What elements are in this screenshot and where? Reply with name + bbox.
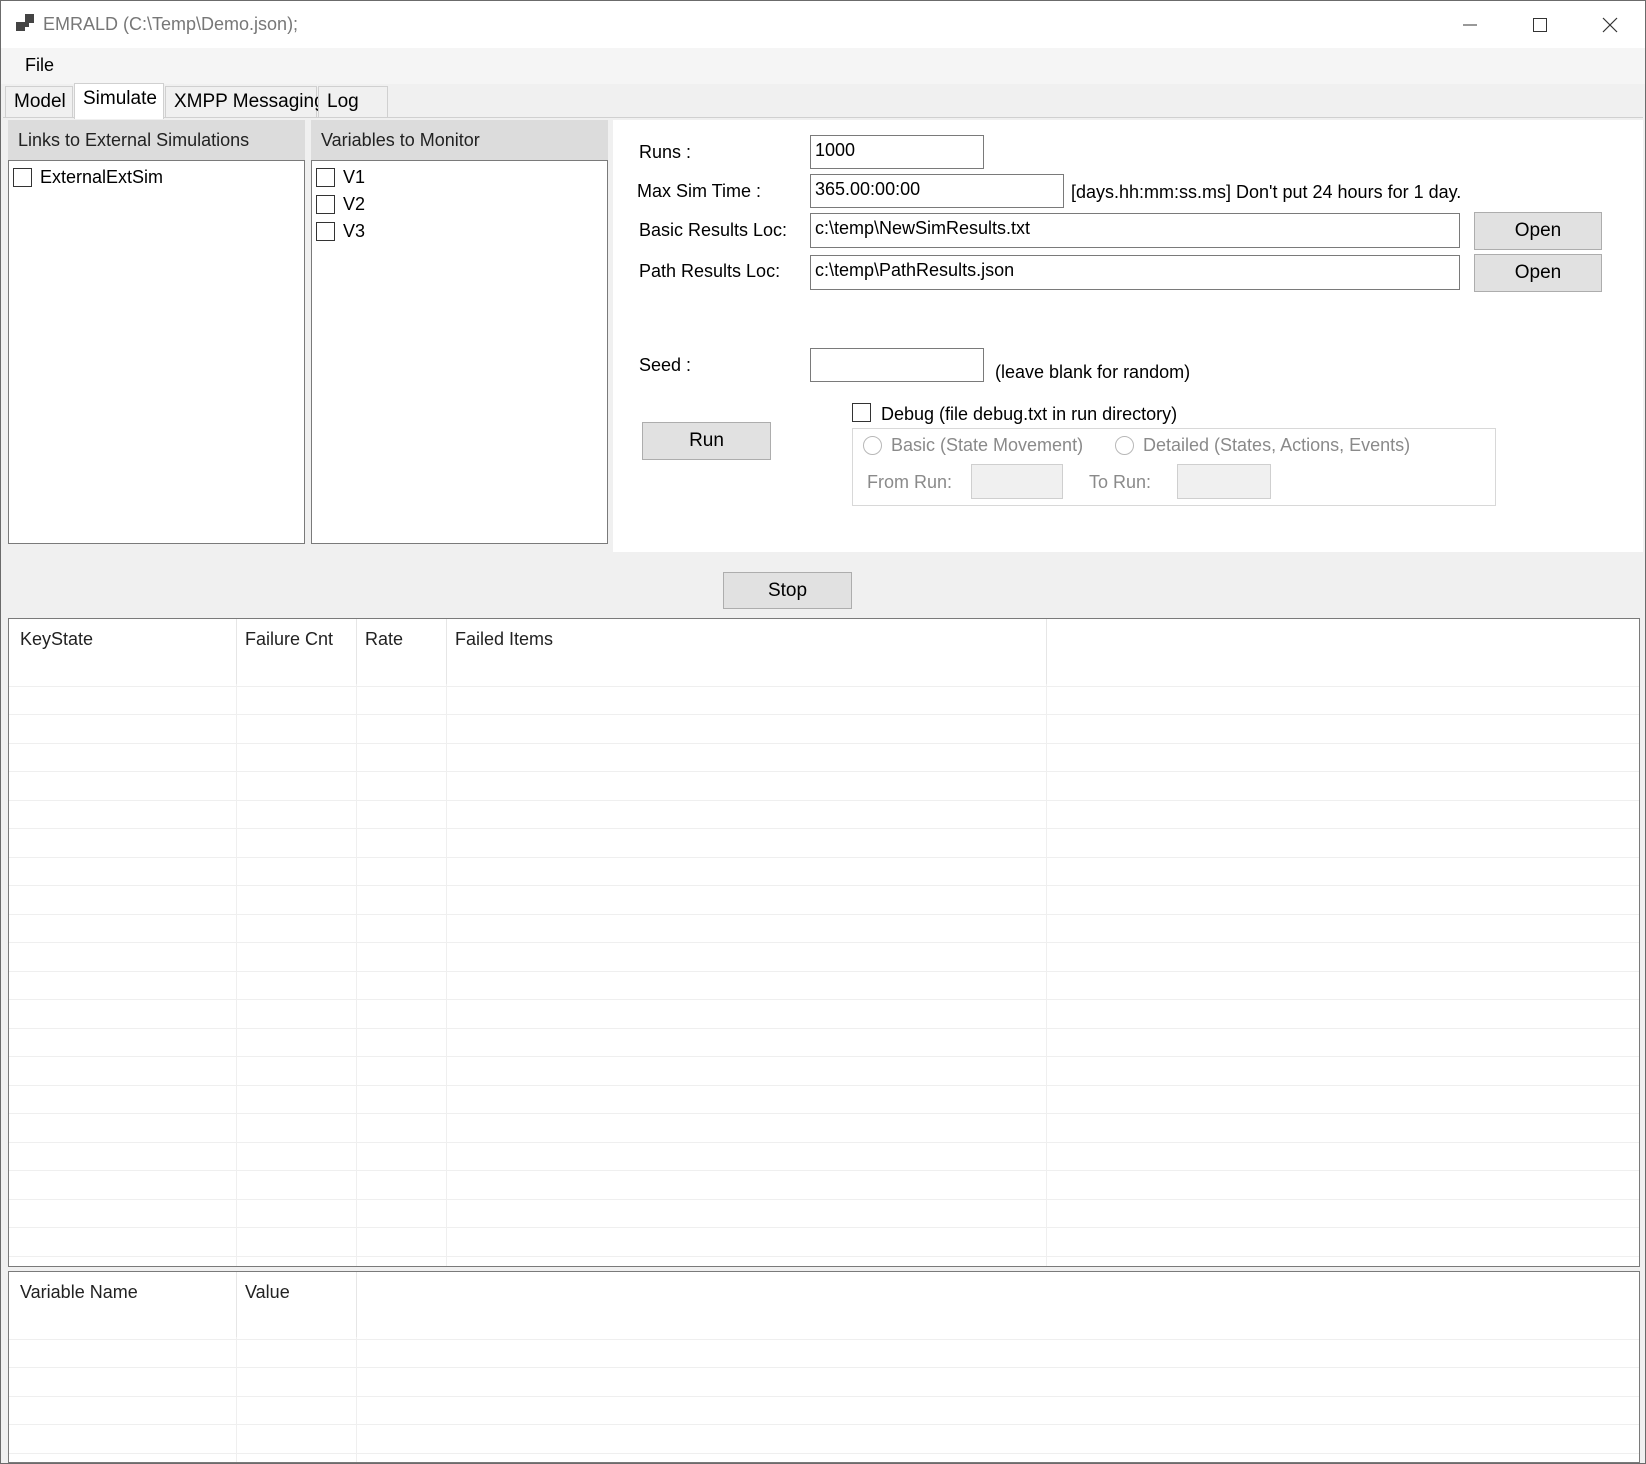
from-run-input[interactable] (971, 464, 1063, 499)
table-row (9, 885, 1639, 915)
column-header-variable-name[interactable]: Variable Name (20, 1282, 138, 1303)
table-row (9, 1339, 1639, 1368)
table-row (9, 771, 1639, 801)
list-item-label: V1 (343, 167, 366, 187)
table-row (9, 914, 1639, 943)
links-list[interactable]: ExternalExtSim (8, 160, 305, 544)
title-bar[interactable]: EMRALD (C:\Temp\Demo.json); (1, 1, 1645, 48)
list-item-label: ExternalExtSim (40, 167, 164, 187)
open-path-results-button[interactable]: Open (1474, 254, 1602, 292)
column-header-rate[interactable]: Rate (365, 629, 403, 650)
maximize-icon (1533, 17, 1547, 32)
variables-grid[interactable]: Variable Name Value (8, 1271, 1640, 1463)
table-row (9, 1453, 1639, 1463)
seed-hint: (leave blank for random) (995, 362, 1191, 382)
seed-label: Seed : (639, 355, 692, 375)
max-sim-time-label: Max Sim Time : (637, 181, 762, 201)
variables-list[interactable]: V1 V2 V3 (311, 160, 608, 544)
close-button[interactable] (1575, 1, 1645, 48)
v1-checkbox[interactable] (316, 168, 335, 187)
from-run-label: From Run: (867, 472, 953, 492)
basic-option-label: Basic (State Movement) (891, 435, 1084, 455)
to-run-label: To Run: (1089, 472, 1152, 492)
table-row (9, 971, 1639, 1000)
column-header-failed-items[interactable]: Failed Items (455, 629, 553, 650)
table-row (9, 800, 1639, 829)
results-grid[interactable]: KeyState Failure Cnt Rate Failed Items (8, 618, 1640, 1267)
maximize-button[interactable] (1505, 1, 1575, 48)
table-row (9, 1227, 1639, 1257)
debug-label: Debug (file debug.txt in run directory) (881, 404, 1178, 424)
minimize-button[interactable] (1435, 1, 1505, 48)
list-item[interactable]: V1 (316, 164, 365, 191)
stop-button[interactable]: Stop (723, 572, 852, 609)
column-header-failure-cnt[interactable]: Failure Cnt (245, 629, 333, 650)
max-sim-time-hint: [days.hh:mm:ss.ms] Don't put 24 hours fo… (1071, 182, 1462, 202)
path-results-input[interactable]: c:\temp\PathResults.json (810, 255, 1460, 290)
list-item[interactable]: V3 (316, 218, 365, 245)
column-header-value[interactable]: Value (245, 1282, 290, 1303)
links-panel-header: Links to External Simulations (8, 120, 305, 160)
table-row (9, 942, 1639, 972)
table-row (9, 1142, 1639, 1171)
runs-label: Runs : (639, 142, 692, 162)
table-row (9, 1396, 1639, 1425)
table-row (9, 1085, 1639, 1114)
table-row (9, 1113, 1639, 1143)
table-row (9, 1424, 1639, 1454)
detailed-radio[interactable] (1115, 436, 1134, 455)
table-row (9, 686, 1639, 715)
tab-xmpp-messaging[interactable]: XMPP Messaging (165, 86, 325, 117)
minimize-icon (1463, 24, 1477, 25)
table-row (9, 1367, 1639, 1397)
list-item[interactable]: ExternalExtSim (13, 164, 163, 191)
open-basic-results-button[interactable]: Open (1474, 212, 1602, 250)
table-row (9, 1028, 1639, 1057)
list-item-label: V2 (343, 194, 366, 214)
list-item[interactable]: V2 (316, 191, 365, 218)
v3-checkbox[interactable] (316, 222, 335, 241)
app-window: EMRALD (C:\Temp\Demo.json); File Model S… (0, 0, 1646, 1464)
table-row (9, 999, 1639, 1029)
menu-bar: File (1, 48, 1645, 84)
path-results-label: Path Results Loc: (639, 261, 781, 281)
list-item-label: V3 (343, 221, 366, 241)
window-title: EMRALD (C:\Temp\Demo.json); (43, 14, 299, 34)
table-row (9, 1310, 1639, 1340)
basic-results-label: Basic Results Loc: (639, 220, 788, 240)
table-row (9, 714, 1639, 744)
column-header-keystate[interactable]: KeyState (20, 629, 93, 650)
runs-input[interactable]: 1000 (810, 135, 984, 169)
seed-input[interactable] (810, 348, 984, 382)
table-row (9, 828, 1639, 858)
basic-results-input[interactable]: c:\temp\NewSimResults.txt (810, 213, 1460, 248)
menu-file[interactable]: File (17, 53, 62, 78)
variables-panel-header: Variables to Monitor (311, 120, 608, 160)
table-row (9, 743, 1639, 772)
v2-checkbox[interactable] (316, 195, 335, 214)
table-row (9, 1199, 1639, 1228)
table-row (9, 857, 1639, 886)
table-row (9, 1056, 1639, 1086)
table-row (9, 1170, 1639, 1200)
debug-checkbox[interactable] (852, 403, 871, 422)
basic-radio[interactable] (863, 436, 882, 455)
run-button[interactable]: Run (642, 422, 771, 460)
tab-model[interactable]: Model (5, 86, 73, 117)
detailed-option-label: Detailed (States, Actions, Events) (1143, 435, 1411, 455)
tab-log[interactable]: Log (318, 86, 388, 117)
tab-simulate[interactable]: Simulate (74, 83, 164, 119)
to-run-input[interactable] (1177, 464, 1271, 499)
app-window-icon (16, 14, 34, 31)
max-sim-time-input[interactable]: 365.00:00:00 (810, 174, 1064, 208)
externalextsim-checkbox[interactable] (13, 168, 32, 187)
close-icon (1602, 17, 1618, 32)
table-row (9, 657, 1639, 687)
